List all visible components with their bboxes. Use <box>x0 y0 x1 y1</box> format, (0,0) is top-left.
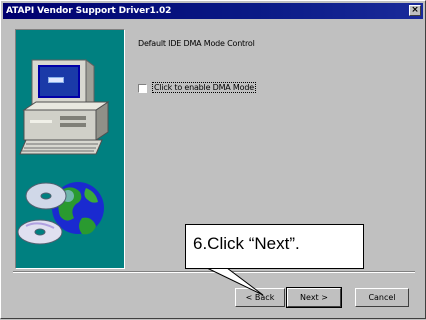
setup-dialog: ATAPI Vendor Support Driver1.02 × Defaul… <box>0 0 426 319</box>
callout-pointer <box>206 267 264 296</box>
callout-text: 6.Click “Next”. <box>193 234 300 253</box>
